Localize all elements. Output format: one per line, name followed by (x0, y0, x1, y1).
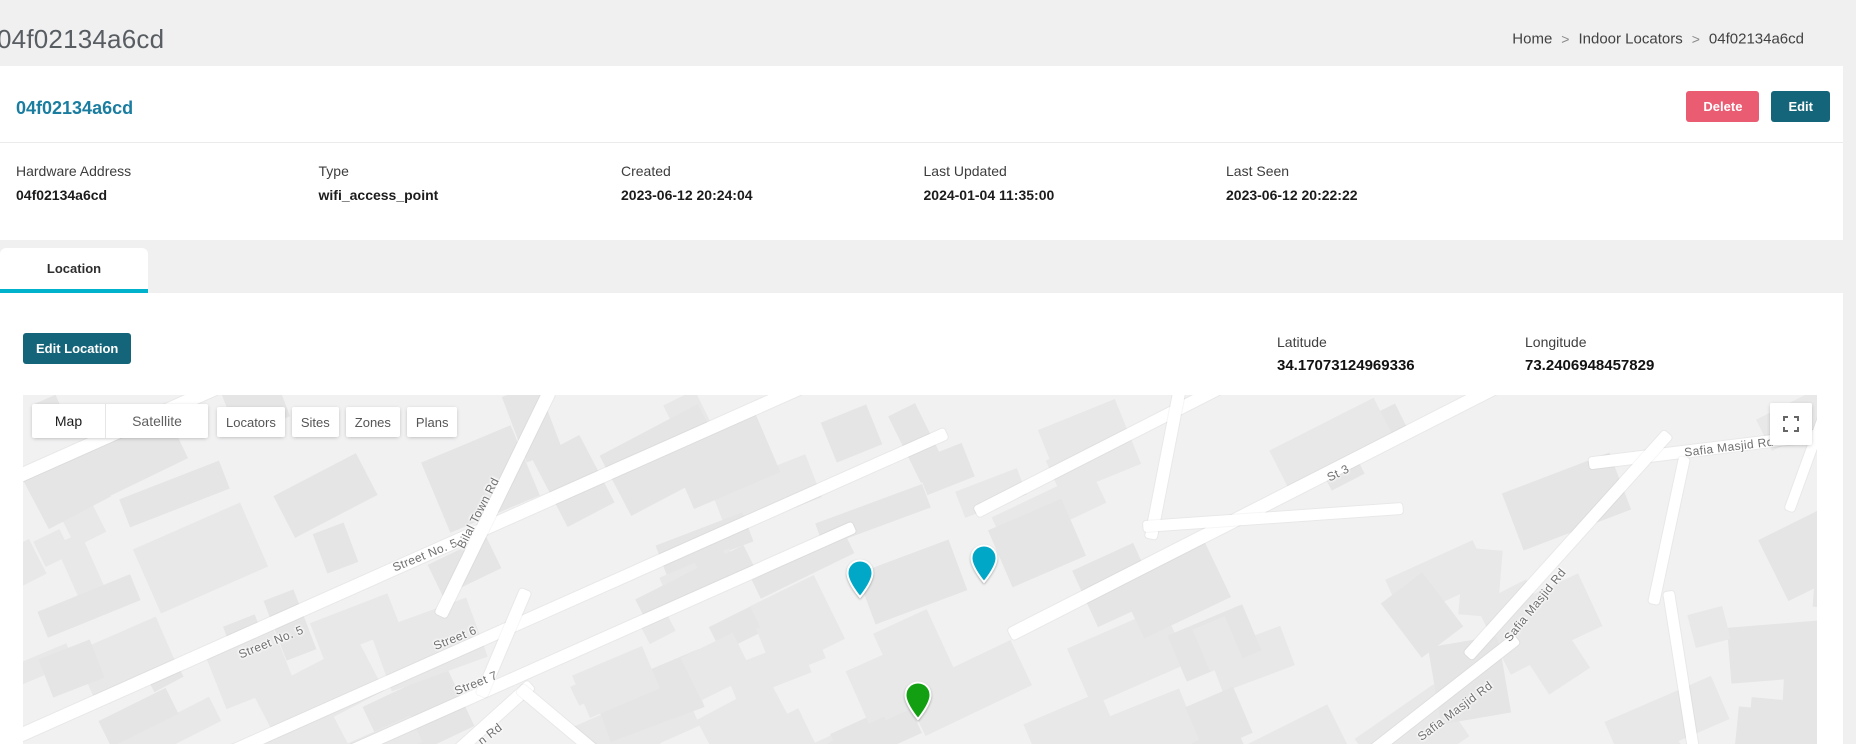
field-value: wifi_access_point (319, 187, 622, 203)
longitude-label: Longitude (1525, 334, 1654, 350)
device-fields: Hardware Address 04f02134a6cdType wifi_acc… (16, 163, 1831, 203)
device-card: 04f02134a6cd Delete Edit Hardware Addres… (0, 66, 1843, 240)
selected-locator-pin[interactable] (903, 681, 933, 721)
tab-location[interactable]: Location (0, 248, 148, 293)
map-building (1604, 676, 1729, 744)
map-building (1458, 548, 1502, 618)
map-layer-button-plans[interactable]: Plans (407, 407, 458, 437)
field-hardware-address: Hardware Address 04f02134a6cd (16, 163, 319, 203)
longitude-field: Longitude 73.2406948457829 (1525, 334, 1654, 374)
map-layer-button-sites[interactable]: Sites (292, 407, 339, 437)
map-building (133, 502, 268, 613)
field-created: Created 2023-06-12 20:24:04 (621, 163, 924, 203)
page-title: 04f02134a6cd (0, 24, 164, 55)
map-building (1758, 495, 1817, 601)
field-label: Last Updated (924, 163, 1227, 179)
latitude-value: 34.17073124969336 (1277, 357, 1415, 374)
breadcrumb: Home > Indoor Locators >04f02134a6cd (1512, 30, 1804, 48)
map-layer-button-locators[interactable]: Locators (217, 407, 285, 437)
map-building (1687, 606, 1730, 648)
map-layer-buttons: LocatorsSitesZonesPlans (217, 407, 457, 437)
edit-location-button[interactable]: Edit Location (23, 333, 131, 364)
field-value: 2024-01-04 11:35:00 (924, 187, 1227, 203)
field-label: Type (319, 163, 622, 179)
map-building (273, 453, 377, 538)
tab-location-label: Location (47, 261, 101, 276)
field-value: 2023-06-12 20:24:04 (621, 187, 924, 203)
locator-pin-1[interactable] (845, 559, 875, 599)
map-canvas[interactable]: Map Satellite LocatorsSitesZonesPlans St… (23, 395, 1817, 744)
edit-button[interactable]: Edit (1771, 91, 1830, 122)
breadcrumb-item-home[interactable]: Home (1512, 31, 1552, 48)
breadcrumb-item-indoor-locators[interactable]: Indoor Locators (1578, 31, 1682, 48)
street-label: Safia Masjid Rd (1683, 435, 1774, 460)
map-building (1780, 675, 1817, 744)
delete-button[interactable]: Delete (1686, 91, 1759, 122)
field-value: 2023-06-12 20:22:22 (1226, 187, 1529, 203)
location-panel: Edit Location Latitude 34.17073124969336… (0, 293, 1843, 744)
field-label: Hardware Address (16, 163, 319, 179)
breadcrumb-item-04f02134a6cd: 04f02134a6cd (1709, 31, 1804, 48)
breadcrumb-separator: > (1561, 31, 1569, 47)
field-value: 04f02134a6cd (16, 187, 319, 203)
latitude-field: Latitude 34.17073124969336 (1277, 334, 1415, 374)
map-building (821, 404, 883, 462)
map-type-map-button[interactable]: Map (32, 404, 105, 438)
map-type-control: Map Satellite (32, 404, 208, 438)
device-card-title: 04f02134a6cd (16, 98, 133, 119)
card-divider (0, 142, 1843, 143)
breadcrumb-separator: > (1692, 31, 1700, 47)
field-label: Last Seen (1226, 163, 1529, 179)
map-road (1648, 455, 1690, 604)
field-last-seen: Last Seen 2023-06-12 20:22:22 (1226, 163, 1529, 203)
map-building (1727, 618, 1817, 683)
field-last-updated: Last Updated 2024-01-04 11:35:00 (924, 163, 1227, 203)
map-type-satellite-button[interactable]: Satellite (105, 404, 208, 438)
map-layer-button-zones[interactable]: Zones (346, 407, 400, 437)
locator-pin-2[interactable] (969, 544, 999, 584)
field-type: Type wifi_access_point (319, 163, 622, 203)
longitude-value: 73.2406948457829 (1525, 357, 1654, 374)
field-label: Created (621, 163, 924, 179)
latitude-label: Latitude (1277, 334, 1415, 350)
fullscreen-icon (1783, 416, 1799, 432)
map-building (313, 523, 359, 574)
device-card-actions: Delete Edit (1686, 91, 1830, 122)
fullscreen-button[interactable] (1770, 403, 1812, 445)
